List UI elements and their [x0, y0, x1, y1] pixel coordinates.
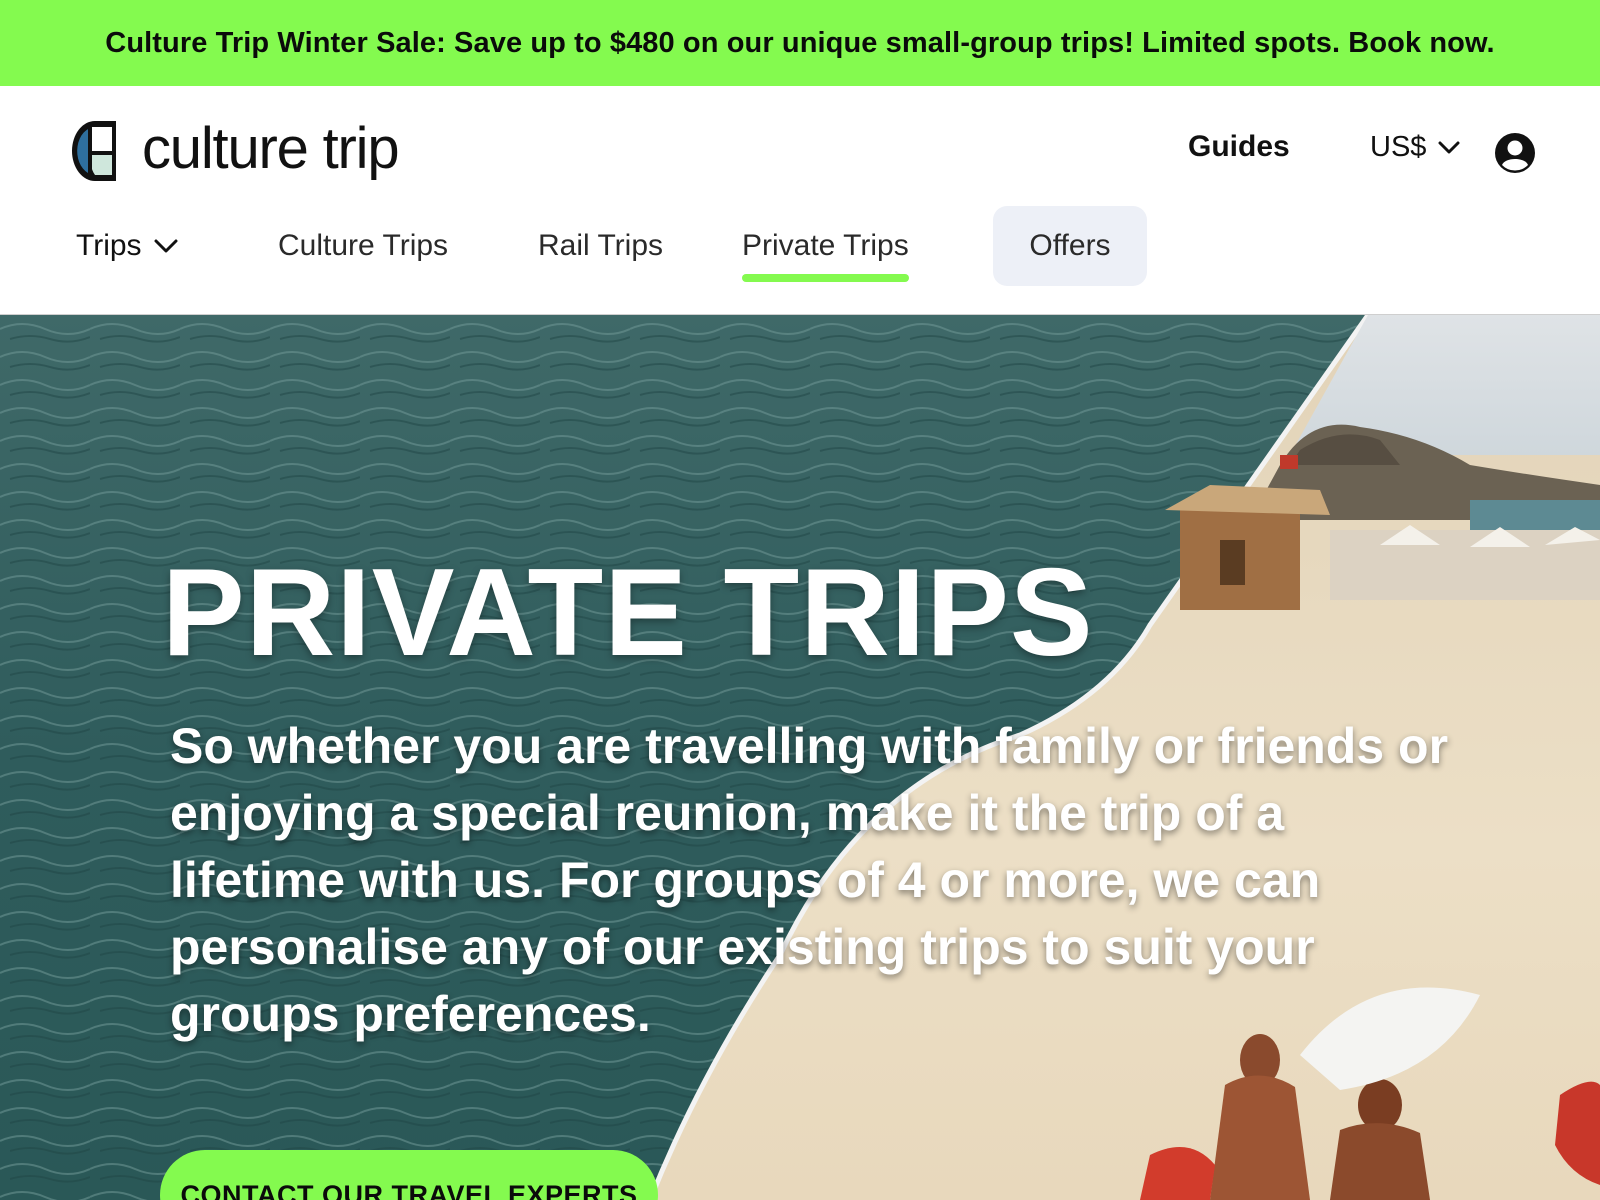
- nav-private-trips-label: Private Trips: [742, 229, 909, 262]
- currency-selector[interactable]: US$: [1370, 131, 1460, 164]
- contact-experts-label: CONTACT OUR TRAVEL EXPERTS: [180, 1180, 638, 1200]
- chevron-down-icon: [154, 239, 178, 253]
- culture-trip-logo-icon: [72, 121, 116, 181]
- logo-text: culture trip: [142, 116, 400, 181]
- currency-label: US$: [1370, 131, 1427, 163]
- nav-rail-trips-label: Rail Trips: [538, 229, 664, 262]
- nav-trips-label: Trips: [76, 229, 142, 262]
- active-underline: [742, 274, 909, 282]
- nav-rail-trips[interactable]: Rail Trips: [538, 206, 663, 286]
- guides-link[interactable]: Guides: [1188, 130, 1290, 164]
- nav-culture-trips[interactable]: Culture Trips: [278, 206, 448, 286]
- logo[interactable]: culture trip: [68, 116, 400, 186]
- nav-private-trips[interactable]: Private Trips: [742, 206, 909, 286]
- promo-banner[interactable]: Culture Trip Winter Sale: Save up to $48…: [0, 0, 1600, 86]
- chevron-down-icon: [1438, 141, 1460, 153]
- nav-offers-label: Offers: [1029, 229, 1111, 262]
- promo-text: Culture Trip Winter Sale: Save up to $48…: [105, 26, 1495, 59]
- account-icon[interactable]: [1494, 132, 1536, 174]
- site-header: culture trip Guides US$ Trips Culture Tr…: [0, 86, 1600, 315]
- hero-banner: PRIVATE TRIPS So whether you are travell…: [0, 315, 1600, 1200]
- nav-offers[interactable]: Offers: [993, 206, 1147, 286]
- trip-navigation: Trips Culture Trips Rail Trips Private T…: [0, 206, 1600, 296]
- hero-description: So whether you are travelling with famil…: [170, 718, 1449, 1042]
- contact-experts-button[interactable]: CONTACT OUR TRAVEL EXPERTS: [160, 1150, 658, 1200]
- nav-trips-dropdown[interactable]: Trips: [76, 206, 178, 286]
- nav-culture-trips-label: Culture Trips: [278, 229, 449, 262]
- hero-title: PRIVATE TRIPS: [162, 544, 1094, 682]
